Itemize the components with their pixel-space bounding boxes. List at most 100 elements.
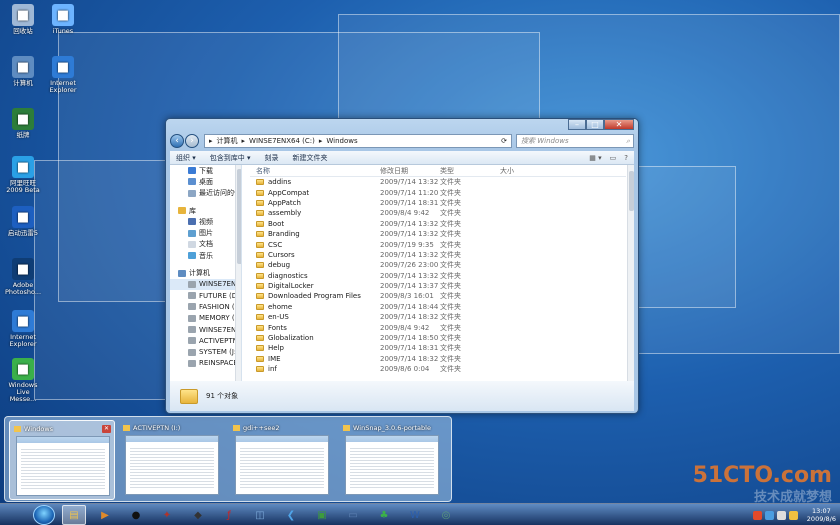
desktop-icon[interactable]: ■ iTunes	[44, 4, 82, 35]
file-scrollbar-thumb[interactable]	[629, 171, 634, 211]
address-bar[interactable]: ▸ 计算机 ▸ WINSE7ENX64 (C:) ▸ Windows ⟳	[204, 134, 512, 148]
minimize-button[interactable]: –	[568, 119, 586, 130]
start-button[interactable]	[33, 505, 55, 525]
nav-item-drive[interactable]: REINSPACE (R:)	[170, 358, 241, 369]
new-folder-button[interactable]: 新建文件夹	[293, 153, 328, 163]
file-row[interactable]: ehome 2009/7/14 18:44 文件夹	[250, 302, 626, 312]
file-row[interactable]: CSC 2009/7/19 9:35 文件夹	[250, 239, 626, 249]
maximize-button[interactable]: □	[586, 119, 604, 130]
preview-pane-icon[interactable]: ▭	[610, 154, 617, 162]
nav-item-library[interactable]: 音乐	[170, 250, 241, 261]
breadcrumb-computer[interactable]: 计算机	[217, 136, 238, 146]
tray-network-icon[interactable]	[764, 510, 774, 520]
desktop-icon[interactable]: ■ Internet Explorer	[44, 56, 82, 94]
window-thumbnail[interactable]: ACTIVEPTN (I:)	[119, 420, 225, 500]
taskbar-button[interactable]: ◫	[248, 505, 272, 525]
taskbar-button[interactable]: W	[403, 505, 427, 525]
column-type[interactable]: 类型	[440, 166, 500, 176]
file-row[interactable]: Globalization 2009/7/14 18:50 文件夹	[250, 333, 626, 343]
back-button[interactable]: ‹	[170, 134, 184, 148]
breadcrumb-folder[interactable]: Windows	[326, 137, 357, 145]
column-date-modified[interactable]: 修改日期	[380, 166, 440, 176]
taskbar-button[interactable]: ▶	[93, 505, 117, 525]
file-row[interactable]: Downloaded Program Files 2009/8/3 16:01 文件…	[250, 291, 626, 301]
nav-item-drive[interactable]: FUTURE (D:)	[170, 290, 241, 301]
taskbar-button[interactable]: ●	[124, 505, 148, 525]
file-name: diagnostics	[268, 271, 308, 280]
refresh-icon[interactable]: ⟳	[501, 137, 507, 145]
file-row[interactable]: assembly 2009/8/4 9:42 文件夹	[250, 208, 626, 218]
nav-item-library[interactable]: 图片	[170, 227, 241, 238]
file-row[interactable]: addins 2009/7/14 13:32 文件夹	[250, 177, 626, 187]
file-row[interactable]: debug 2009/7/26 23:00 文件夹	[250, 260, 626, 270]
nav-item-library[interactable]: 文档	[170, 239, 241, 250]
file-row[interactable]: DigitalLocker 2009/7/14 13:37 文件夹	[250, 281, 626, 291]
breadcrumb-drive[interactable]: WINSE7ENX64 (C:)	[249, 137, 315, 145]
desktop-icon[interactable]: ■ 计算机	[4, 56, 42, 87]
clock[interactable]: 13:07 2009/8/6	[807, 507, 836, 523]
desktop-icon[interactable]: ■ 纸牌	[4, 108, 42, 139]
forward-button[interactable]: ›	[185, 134, 199, 148]
column-name[interactable]: 名称	[250, 166, 380, 176]
taskbar-button[interactable]: ◆	[186, 505, 210, 525]
taskbar-button[interactable]: ❮	[279, 505, 303, 525]
taskbar-button[interactable]: ◎	[434, 505, 458, 525]
nav-item-favorite[interactable]: 桌面	[170, 176, 241, 187]
thumbnail-image	[16, 436, 110, 496]
taskbar-button[interactable]: ✦	[155, 505, 179, 525]
desktop-icon[interactable]: ■ 启动迅雷5	[4, 206, 42, 237]
nav-item-drive[interactable]: FASHION (E:)	[170, 301, 241, 312]
nav-item-favorite[interactable]: 最近访问的位置	[170, 188, 241, 199]
tray-app-icon[interactable]	[752, 510, 762, 520]
taskbar-button[interactable]: ▭	[341, 505, 365, 525]
burn-button[interactable]: 刻录	[265, 153, 279, 163]
nav-item-drive[interactable]: MEMORY (F:)	[170, 313, 241, 324]
nav-item-library[interactable]: 视频	[170, 216, 241, 227]
view-options-icon[interactable]: ▦ ▾	[589, 154, 601, 162]
file-row[interactable]: AppPatch 2009/7/14 18:31 文件夹	[250, 198, 626, 208]
file-row[interactable]: Fonts 2009/8/4 9:42 文件夹	[250, 322, 626, 332]
taskbar-button[interactable]: ▣	[310, 505, 334, 525]
tray-flag-icon[interactable]	[788, 510, 798, 520]
nav-computer-header[interactable]: 计算机	[170, 267, 241, 278]
desktop-icon[interactable]: ■ 阿里旺旺 2009 Beta	[4, 156, 42, 194]
nav-item-drive[interactable]: WINSE7ENX86	[170, 324, 241, 335]
include-in-library-button[interactable]: 包含到库中 ▾	[210, 153, 251, 163]
desktop-icon[interactable]: ■ 回收站	[4, 4, 42, 35]
file-row[interactable]: Branding 2009/7/14 13:32 文件夹	[250, 229, 626, 239]
help-icon[interactable]: ?	[624, 154, 628, 162]
file-row[interactable]: AppCompat 2009/7/14 11:20 文件夹	[250, 187, 626, 197]
nav-scrollbar-thumb[interactable]	[237, 169, 241, 264]
file-row[interactable]: diagnostics 2009/7/14 13:32 文件夹	[250, 271, 626, 281]
close-button[interactable]: ✕	[604, 119, 634, 130]
desktop-icon[interactable]: ■ Adobe Photosho...	[4, 258, 42, 296]
nav-library-header[interactable]: 库	[170, 205, 241, 216]
taskbar-button[interactable]: ƒ	[217, 505, 241, 525]
window-thumbnail[interactable]: WinSnap_3.0.6-portable	[339, 420, 445, 500]
window-thumbnail[interactable]: Windows ✕	[9, 420, 115, 500]
nav-item-drive[interactable]: SYSTEM (J:)	[170, 346, 241, 357]
desktop-icon[interactable]: ■ Internet Explorer	[4, 310, 42, 348]
column-size[interactable]: 大小	[500, 166, 540, 176]
window-thumbnail[interactable]: gdi++see2	[229, 420, 335, 500]
file-row[interactable]: IME 2009/7/14 18:32 文件夹	[250, 354, 626, 364]
explorer-window[interactable]: – □ ✕ ‹ › ▸ 计算机 ▸ WINSE7ENX64 (C:) ▸ Win…	[165, 118, 639, 414]
thumbnail-close-icon[interactable]: ✕	[102, 425, 111, 433]
taskbar-button[interactable]: ♣	[372, 505, 396, 525]
tray-volume-icon[interactable]	[776, 510, 786, 520]
nav-scrollbar[interactable]	[235, 165, 241, 381]
file-date: 2009/8/4 9:42	[380, 209, 430, 218]
file-scrollbar[interactable]	[627, 165, 634, 381]
taskbar-button[interactable]: ▤	[62, 505, 86, 525]
file-row[interactable]: Boot 2009/7/14 13:32 文件夹	[250, 219, 626, 229]
organize-button[interactable]: 组织 ▾	[176, 153, 196, 163]
nav-item-drive[interactable]: ACTIVEPTN (I:)	[170, 335, 241, 346]
file-row[interactable]: Help 2009/7/14 18:31 文件夹	[250, 343, 626, 353]
search-input[interactable]: 搜索 Windows ⌕	[516, 134, 634, 148]
desktop-icon[interactable]: ■ Windows Live Messe...	[4, 358, 42, 403]
file-row[interactable]: Cursors 2009/7/14 13:32 文件夹	[250, 250, 626, 260]
nav-item-drive[interactable]: WINSE7ENX64	[170, 278, 241, 290]
file-row[interactable]: en-US 2009/7/14 18:32 文件夹	[250, 312, 626, 322]
file-row[interactable]: inf 2009/8/6 0:04 文件夹	[250, 364, 626, 374]
nav-item-favorite[interactable]: 下载	[170, 165, 241, 176]
